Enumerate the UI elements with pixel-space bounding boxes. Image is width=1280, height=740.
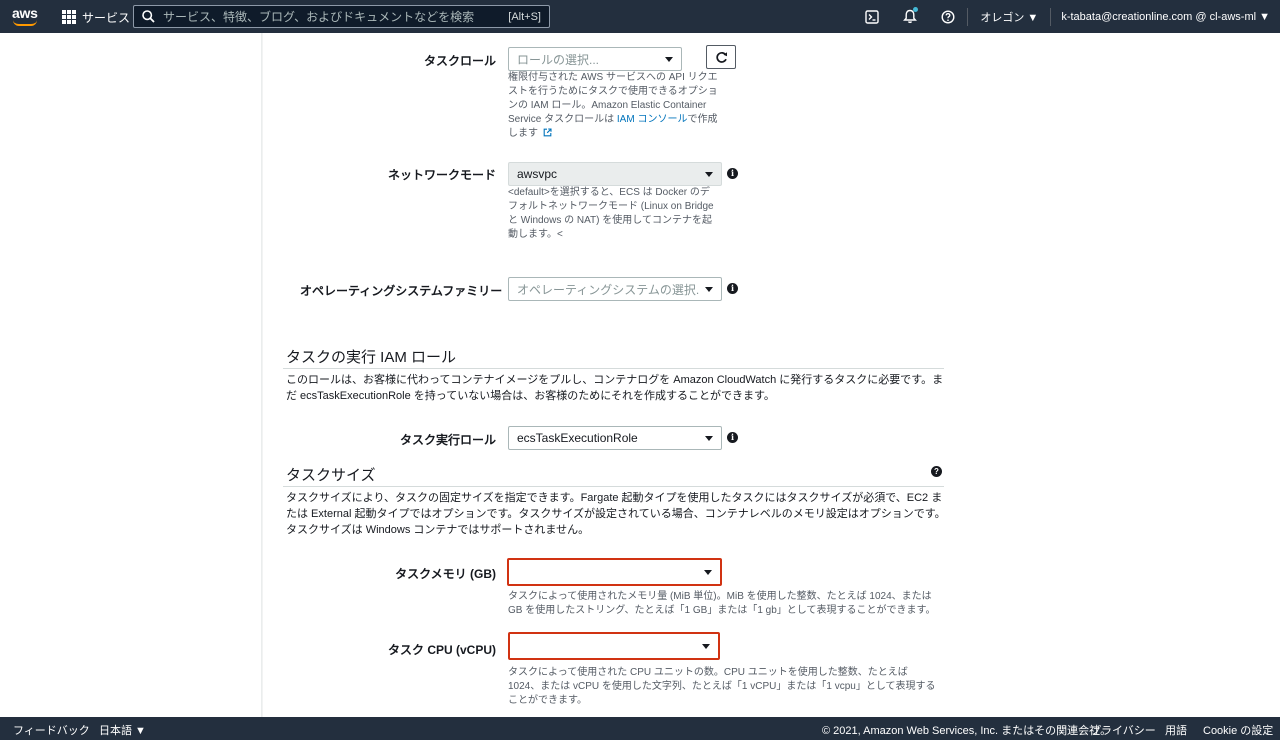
section-divider bbox=[283, 486, 944, 487]
os-family-select[interactable]: オペレーティングシステムの選択... bbox=[508, 277, 722, 301]
privacy-link[interactable]: プライバシー bbox=[1090, 722, 1156, 738]
grid-icon bbox=[62, 10, 76, 24]
task-role-label: タスクロール bbox=[423, 54, 496, 68]
terms-link[interactable]: 用語 bbox=[1165, 722, 1187, 738]
aws-logo-text: aws bbox=[12, 5, 38, 21]
language-selector[interactable]: 日本語 ▼ bbox=[99, 722, 146, 738]
search-shortcut: [Alt+S] bbox=[508, 10, 541, 23]
cloudshell-button[interactable] bbox=[853, 0, 891, 33]
feedback-link[interactable]: フィードバック bbox=[13, 722, 90, 738]
task-cpu-help: タスクによって使用された CPU ユニットの数。CPU ユニットを使用した整数、… bbox=[508, 667, 936, 706]
info-icon[interactable]: i bbox=[727, 168, 738, 179]
nav-right-group: オレゴン ▼ k-tabata@creationline.com @ cl-aw… bbox=[853, 0, 1280, 33]
exec-role-section-desc: このロールは、お客様に代わってコンテナイメージをプルし、コンテナログを Amaz… bbox=[286, 374, 944, 402]
notifications-button[interactable] bbox=[891, 0, 929, 33]
exec-role-value: ecsTaskExecutionRole bbox=[517, 431, 638, 445]
task-memory-select[interactable] bbox=[507, 558, 722, 586]
chevron-down-icon bbox=[665, 56, 673, 62]
chevron-down-icon bbox=[705, 435, 713, 441]
help-button[interactable] bbox=[929, 0, 967, 33]
network-mode-label: ネットワークモード bbox=[387, 168, 496, 182]
cloudshell-icon bbox=[865, 9, 880, 24]
task-cpu-label: タスク CPU (vCPU) bbox=[387, 643, 496, 657]
network-mode-value: awsvpc bbox=[517, 167, 558, 181]
network-mode-select[interactable]: awsvpc bbox=[508, 162, 722, 186]
top-navigation: aws サービス [Alt+S] bbox=[0, 0, 1280, 33]
task-cpu-select[interactable] bbox=[508, 632, 720, 660]
left-gutter bbox=[0, 33, 262, 717]
info-icon[interactable]: i bbox=[727, 432, 738, 443]
services-label: サービス bbox=[82, 10, 131, 25]
search-input[interactable] bbox=[163, 9, 509, 24]
help-icon bbox=[941, 9, 955, 24]
cookie-settings-link[interactable]: Cookie の設定 bbox=[1203, 722, 1273, 738]
aws-smile-icon bbox=[13, 20, 37, 26]
chevron-down-icon bbox=[705, 286, 713, 292]
exec-role-section-title: タスクの実行 IAM ロール bbox=[286, 349, 457, 366]
aws-logo[interactable]: aws bbox=[12, 6, 40, 28]
exec-role-label: タスク実行ロール bbox=[399, 433, 496, 447]
search-icon bbox=[142, 10, 155, 23]
os-family-label: オペレーティングシステムファミリー bbox=[300, 284, 503, 298]
chevron-down-icon bbox=[702, 643, 710, 649]
account-menu[interactable]: k-tabata@creationline.com @ cl-aws-ml ▼ bbox=[1051, 11, 1280, 23]
section-divider bbox=[283, 368, 944, 369]
footer: フィードバック 日本語 ▼ © 2021, Amazon Web Service… bbox=[0, 717, 1280, 740]
help-icon[interactable]: ? bbox=[931, 466, 942, 477]
search-box[interactable]: [Alt+S] bbox=[133, 5, 550, 28]
os-family-placeholder: オペレーティングシステムの選択... bbox=[517, 282, 699, 297]
task-role-placeholder: ロールの選択... bbox=[517, 52, 600, 67]
iam-console-link[interactable]: IAM コンソール bbox=[617, 114, 688, 125]
task-memory-help: タスクによって使用されたメモリ量 (MiB 単位)。MiB を使用した整数、たと… bbox=[508, 591, 936, 616]
task-memory-label: タスクメモリ (GB) bbox=[395, 567, 496, 581]
task-role-select[interactable]: ロールの選択... bbox=[508, 47, 682, 71]
task-size-section-title: タスクサイズ bbox=[286, 467, 376, 484]
network-mode-help: <default>を選択すると、ECS は Docker のデフォルトネットワー… bbox=[508, 187, 714, 240]
services-menu-button[interactable]: サービス bbox=[62, 8, 130, 26]
copyright-text: © 2021, Amazon Web Services, Inc. またはその関… bbox=[822, 725, 1112, 737]
task-role-help: 権限付与された AWS サービスへの API リクエストを行うためにタスクで使用… bbox=[508, 71, 720, 141]
refresh-icon bbox=[715, 51, 727, 63]
region-selector[interactable]: オレゴン ▼ bbox=[968, 9, 1050, 25]
task-size-section-desc: タスクサイズにより、タスクの固定サイズを指定できます。Fargate 起動タイプ… bbox=[286, 492, 946, 536]
chevron-down-icon bbox=[704, 569, 712, 575]
external-link-icon[interactable] bbox=[543, 128, 552, 137]
notification-dot bbox=[913, 7, 919, 12]
chevron-down-icon bbox=[705, 171, 713, 177]
exec-role-select[interactable]: ecsTaskExecutionRole bbox=[508, 426, 722, 450]
refresh-roles-button[interactable] bbox=[706, 45, 736, 69]
info-icon[interactable]: i bbox=[727, 283, 738, 294]
